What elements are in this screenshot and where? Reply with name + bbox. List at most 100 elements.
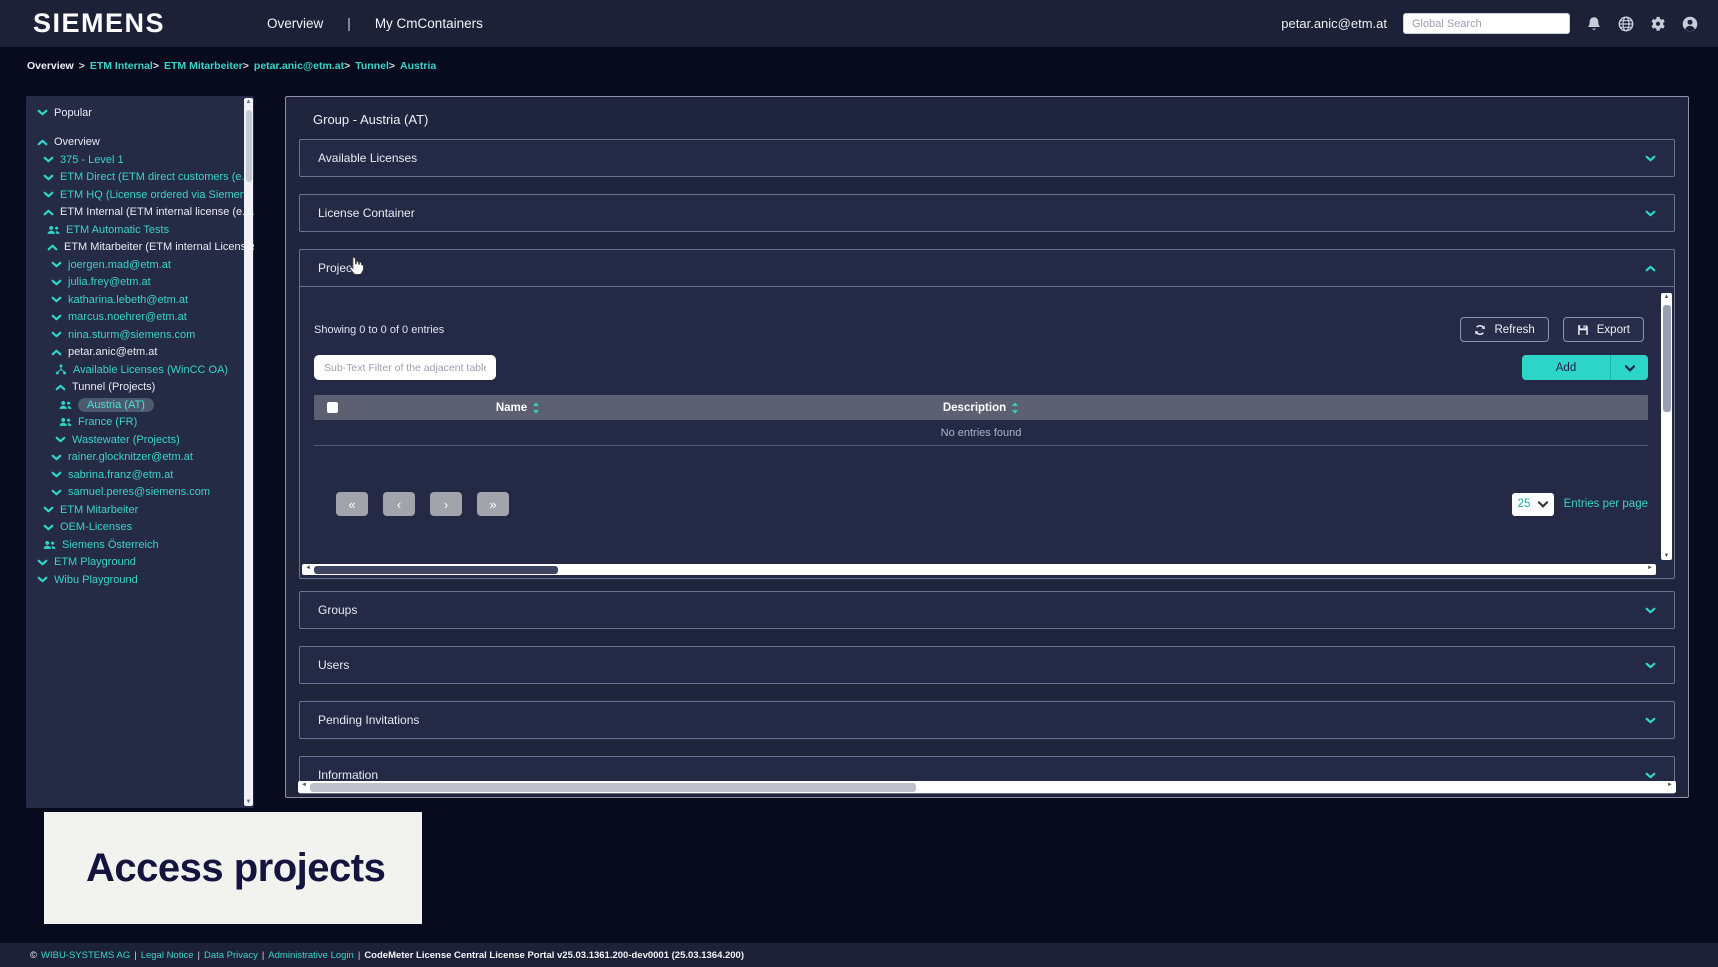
footer-link[interactable]: Administrative Login xyxy=(268,950,354,961)
nav-my-cmcontainers[interactable]: My CmContainers xyxy=(375,16,483,31)
page-nav-button[interactable]: ‹ xyxy=(383,492,415,516)
accordion-section-header[interactable]: Users xyxy=(300,647,1674,683)
table-column-header[interactable]: Name xyxy=(350,402,686,414)
sidebar-tree-item[interactable]: joergen.mad@etm.at xyxy=(26,256,254,274)
page-nav-button[interactable]: « xyxy=(336,492,368,516)
sidebar-tree-item[interactable]: OEM-Licenses xyxy=(26,519,254,537)
sidebar-tree-item[interactable]: Overview xyxy=(26,134,254,152)
accordion-section-title: Available Licenses xyxy=(318,151,417,165)
footer-link[interactable]: WIBU-SYSTEMS AG xyxy=(41,950,130,961)
breadcrumb-link[interactable]: ETM Mitarbeiter xyxy=(164,60,243,72)
footer-link-item: Administrative Login | xyxy=(268,950,360,961)
select-all-checkbox[interactable] xyxy=(327,402,338,413)
nav-overview[interactable]: Overview xyxy=(267,16,323,31)
projects-horizontal-scrollbar[interactable]: ◄ ► xyxy=(302,564,1656,575)
projects-vertical-scrollbar[interactable]: ▲ ▼ xyxy=(1661,293,1672,560)
projects-toolbar-row1: Showing 0 to 0 of 0 entries Refresh Expo… xyxy=(314,317,1648,342)
global-search-input[interactable] xyxy=(1403,13,1570,34)
copyright-symbol: © xyxy=(30,950,37,961)
sidebar-tree-item[interactable]: Austria (AT) xyxy=(26,396,254,414)
sort-icon[interactable] xyxy=(532,402,540,414)
add-button[interactable]: Add xyxy=(1522,355,1610,380)
table-filter-input[interactable] xyxy=(314,355,496,380)
sidebar-tree-item[interactable]: ETM Internal (ETM internal license (e.g.… xyxy=(26,204,254,222)
notifications-bell-icon[interactable] xyxy=(1586,16,1602,32)
language-globe-icon[interactable] xyxy=(1618,16,1634,32)
chevron-down-icon xyxy=(37,107,48,118)
sidebar-tree-item[interactable]: Wastewater (Projects) xyxy=(26,431,254,449)
sidebar-tree-item[interactable]: nina.sturm@siemens.com xyxy=(26,326,254,344)
chevron-up-icon xyxy=(55,382,66,393)
chevron-down-icon xyxy=(51,487,62,498)
settings-gear-icon[interactable] xyxy=(1650,16,1666,32)
scroll-right-arrow[interactable]: ► xyxy=(1647,565,1653,571)
projects-section-title: Projects xyxy=(318,261,361,275)
chevron-down-icon xyxy=(1645,153,1656,164)
sidebar-scrollbar-thumb[interactable] xyxy=(246,110,252,182)
scroll-left-arrow[interactable]: ◄ xyxy=(301,782,307,788)
sidebar-tree-item[interactable]: ETM HQ (License ordered via Siemens Regi… xyxy=(26,186,254,204)
sidebar-tree-item[interactable]: France (FR) xyxy=(26,414,254,432)
breadcrumb-link[interactable]: petar.anic@etm.at xyxy=(254,60,344,72)
scroll-left-arrow[interactable]: ◄ xyxy=(305,565,311,571)
accordion-section-header[interactable]: License Container xyxy=(300,195,1674,231)
chevron-down-icon xyxy=(1645,770,1656,781)
sidebar-tree-item[interactable]: rainer.glocknitzer@etm.at xyxy=(26,449,254,467)
accordion-section-header[interactable]: Pending Invitations xyxy=(300,702,1674,738)
select-all-cell xyxy=(314,402,350,413)
page-nav-button[interactable]: » xyxy=(477,492,509,516)
account-avatar-icon[interactable] xyxy=(1682,16,1698,32)
scroll-right-arrow[interactable]: ► xyxy=(1667,782,1673,788)
sidebar-tree-item[interactable]: sabrina.franz@etm.at xyxy=(26,466,254,484)
breadcrumb-links: > ETM Internal > ETM Mitarbeiter > petar… xyxy=(79,60,437,72)
sidebar-tree-item[interactable]: Popular xyxy=(26,104,254,122)
sidebar-tree-item[interactable]: ETM Mitarbeiter (ETM internal Licenses f… xyxy=(26,239,254,257)
footer-link[interactable]: Data Privacy xyxy=(204,950,258,961)
scroll-down-arrow[interactable]: ▼ xyxy=(244,799,253,805)
sidebar-tree-item[interactable]: 375 - Level 1 xyxy=(26,151,254,169)
panel-horizontal-scrollbar[interactable]: ◄ ► xyxy=(298,781,1676,793)
accordion-section-header[interactable]: Available Licenses xyxy=(300,140,1674,176)
entries-per-page-select[interactable]: 25 xyxy=(1512,493,1554,516)
refresh-button[interactable]: Refresh xyxy=(1460,317,1548,342)
sidebar-tree-item[interactable]: Siemens Österreich xyxy=(26,536,254,554)
scroll-up-arrow[interactable]: ▲ xyxy=(1661,294,1672,300)
page-nav-button[interactable]: › xyxy=(430,492,462,516)
projects-vscrollbar-thumb[interactable] xyxy=(1663,305,1671,412)
projects-section-header[interactable]: Projects xyxy=(300,250,1674,286)
table-column-header[interactable]: Description xyxy=(686,402,1276,414)
sidebar-tree-item[interactable]: Wibu Playground xyxy=(26,571,254,589)
sidebar-tree-item[interactable]: ETM Mitarbeiter xyxy=(26,501,254,519)
scroll-up-arrow[interactable]: ▲ xyxy=(244,99,253,105)
sidebar-vertical-scrollbar[interactable]: ▲ ▼ xyxy=(244,98,253,806)
breadcrumb-link[interactable]: Austria xyxy=(400,60,436,72)
panel-hscrollbar-thumb[interactable] xyxy=(310,783,916,792)
top-nav: Overview | My CmContainers xyxy=(267,16,483,31)
entries-per-page-label: Entries per page xyxy=(1564,498,1648,510)
app-footer: © WIBU-SYSTEMS AG | Legal Notice | Data … xyxy=(0,943,1718,967)
breadcrumb-segment: > petar.anic@etm.at xyxy=(243,60,344,72)
add-dropdown-button[interactable] xyxy=(1610,355,1648,380)
sidebar-tree-item[interactable]: ETM Automatic Tests xyxy=(26,221,254,239)
footer-link[interactable]: Legal Notice xyxy=(141,950,194,961)
chevron-down-icon xyxy=(43,154,54,165)
sidebar-tree-item[interactable]: samuel.peres@siemens.com xyxy=(26,484,254,502)
sidebar-tree-item[interactable]: petar.anic@etm.at xyxy=(26,344,254,362)
sidebar-tree-item[interactable]: ETM Direct (ETM direct customers (e.g. O… xyxy=(26,169,254,187)
projects-hscrollbar-thumb[interactable] xyxy=(314,566,558,574)
accordion-section-header[interactable]: Groups xyxy=(300,592,1674,628)
breadcrumb-link[interactable]: Tunnel xyxy=(355,60,389,72)
sidebar-item-label: OEM-Licenses xyxy=(60,521,132,533)
sidebar-tree-item[interactable]: Tunnel (Projects) xyxy=(26,379,254,397)
sidebar-tree-item[interactable]: marcus.noehrer@etm.at xyxy=(26,309,254,327)
breadcrumb-link[interactable]: ETM Internal xyxy=(90,60,153,72)
sidebar-tree-item[interactable]: katharina.lebeth@etm.at xyxy=(26,291,254,309)
entries-status-text: Showing 0 to 0 of 0 entries xyxy=(314,324,444,336)
sidebar-tree-item[interactable]: Available Licenses (WinCC OA) xyxy=(26,361,254,379)
sidebar-tree-item[interactable]: ETM Playground xyxy=(26,554,254,572)
scroll-down-arrow[interactable]: ▼ xyxy=(1661,553,1672,559)
footer-separator: | xyxy=(262,950,264,961)
export-button[interactable]: Export xyxy=(1563,317,1644,342)
sidebar-tree-item[interactable]: julia.frey@etm.at xyxy=(26,274,254,292)
sort-icon[interactable] xyxy=(1011,402,1019,414)
